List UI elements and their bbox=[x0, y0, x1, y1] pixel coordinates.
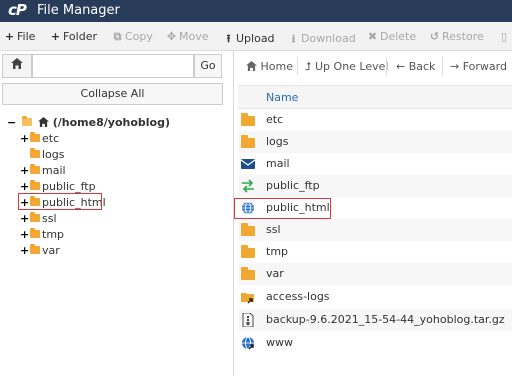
home-icon bbox=[246, 61, 257, 71]
cpanel-logo[interactable]: cP bbox=[8, 1, 27, 19]
folder-icon bbox=[30, 228, 40, 238]
nav-separator bbox=[297, 57, 298, 75]
go-button[interactable]: Go bbox=[194, 54, 222, 78]
plus-icon: + bbox=[4, 30, 15, 43]
globe-link-icon bbox=[242, 336, 254, 350]
copy-icon: ⧉ bbox=[113, 30, 122, 43]
title-bar: cP File Manager bbox=[0, 0, 512, 22]
tree-item-tmp[interactable]: + tmp bbox=[20, 228, 64, 242]
file-row[interactable]: www bbox=[238, 332, 512, 354]
move-button[interactable]: ✥ Move bbox=[166, 30, 209, 43]
move-icon: ✥ bbox=[166, 30, 177, 43]
restore-icon: ↺ bbox=[429, 30, 440, 43]
home-tree-button[interactable] bbox=[2, 54, 32, 78]
folder-icon bbox=[30, 244, 40, 254]
arrow-right-icon: → bbox=[450, 60, 460, 73]
highlight-box-list bbox=[234, 198, 331, 219]
tree-item-etc[interactable]: + etc bbox=[20, 132, 59, 146]
new-folder-button[interactable]: + Folder bbox=[50, 30, 97, 43]
app-title: File Manager bbox=[37, 3, 120, 18]
file-row[interactable]: access-logs bbox=[238, 286, 512, 308]
level-up-icon: ⮥ bbox=[305, 60, 312, 73]
column-header-row: Name bbox=[238, 85, 512, 109]
restore-button[interactable]: ↺ Restore bbox=[429, 30, 484, 43]
delete-button[interactable]: ✖ Delete bbox=[367, 30, 416, 43]
file-row[interactable]: var bbox=[238, 263, 512, 285]
collapse-all-button[interactable]: Collapse All bbox=[2, 83, 223, 105]
rename-icon[interactable]: ▯ bbox=[501, 30, 507, 43]
folder-open-icon bbox=[22, 116, 33, 126]
folder-icon bbox=[241, 113, 255, 126]
folder-icon bbox=[241, 135, 255, 148]
folder-icon bbox=[30, 148, 40, 158]
tree-root[interactable]: − (/home8/yohoblog) bbox=[7, 116, 170, 129]
tree-item-public-ftp[interactable]: + public_ftp bbox=[20, 180, 96, 194]
collapse-minus-icon: − bbox=[7, 116, 17, 129]
download-button[interactable]: ⭳ Download bbox=[288, 30, 356, 49]
folder-icon bbox=[241, 223, 255, 236]
column-name-header[interactable]: Name bbox=[266, 91, 298, 104]
folder-icon bbox=[30, 212, 40, 222]
highlight-box-tree bbox=[18, 193, 102, 210]
delete-icon: ✖ bbox=[367, 30, 378, 43]
tree-item-var[interactable]: + var bbox=[20, 244, 60, 258]
file-row[interactable]: etc bbox=[238, 109, 512, 131]
expand-plus-icon: + bbox=[20, 164, 30, 177]
upload-icon: ⭱ bbox=[226, 32, 231, 45]
mail-icon bbox=[241, 159, 255, 169]
home-icon bbox=[11, 58, 23, 69]
copy-button[interactable]: ⧉ Copy bbox=[112, 30, 153, 44]
download-icon: ⭳ bbox=[291, 32, 296, 45]
folder-icon bbox=[30, 132, 40, 142]
plus-icon: + bbox=[50, 30, 61, 43]
forward-button[interactable]: → Forward bbox=[450, 60, 507, 73]
upload-button[interactable]: ⭱ Upload bbox=[223, 30, 275, 49]
new-file-button[interactable]: + File bbox=[4, 30, 36, 43]
expand-plus-icon: + bbox=[20, 228, 30, 241]
back-button[interactable]: ← Back bbox=[396, 60, 435, 73]
tree-root-label: (/home8/yohoblog) bbox=[52, 116, 170, 129]
folder-link-icon bbox=[241, 293, 254, 304]
home-icon bbox=[37, 117, 49, 127]
file-row[interactable]: tmp bbox=[238, 241, 512, 263]
archive-icon bbox=[242, 313, 254, 327]
folder-icon bbox=[241, 245, 255, 258]
nav-home-button[interactable]: Home bbox=[246, 60, 293, 73]
tree-item-logs[interactable]: logs bbox=[20, 148, 65, 162]
folder-icon bbox=[241, 267, 255, 280]
tree-item-mail[interactable]: + mail bbox=[20, 164, 66, 178]
expand-plus-icon: + bbox=[20, 132, 30, 145]
up-one-level-button[interactable]: ⮥ Up One Level bbox=[305, 60, 388, 74]
expand-plus-icon: + bbox=[20, 212, 30, 225]
folder-icon bbox=[30, 164, 40, 174]
folder-icon bbox=[30, 180, 40, 190]
nav-separator bbox=[386, 57, 387, 75]
expand-plus-icon: + bbox=[20, 244, 30, 257]
nav-separator bbox=[442, 57, 443, 75]
file-row[interactable]: public_ftp bbox=[238, 175, 512, 197]
file-row[interactable]: backup-9.6.2021_15-54-44_yohoblog.tar.gz bbox=[238, 309, 512, 331]
file-row[interactable]: ssl bbox=[238, 219, 512, 241]
ftp-arrows-icon bbox=[242, 179, 254, 193]
expand-plus-icon: + bbox=[20, 180, 30, 193]
file-row[interactable]: mail bbox=[238, 153, 512, 175]
tree-item-ssl[interactable]: + ssl bbox=[20, 212, 57, 226]
path-input[interactable] bbox=[32, 54, 194, 78]
toolbar: + File + Folder ⧉ Copy ✥ Move ⭱ Upload ⭳ Downl… bbox=[0, 22, 512, 51]
file-row[interactable]: logs bbox=[238, 131, 512, 153]
arrow-left-icon: ← bbox=[396, 60, 406, 73]
